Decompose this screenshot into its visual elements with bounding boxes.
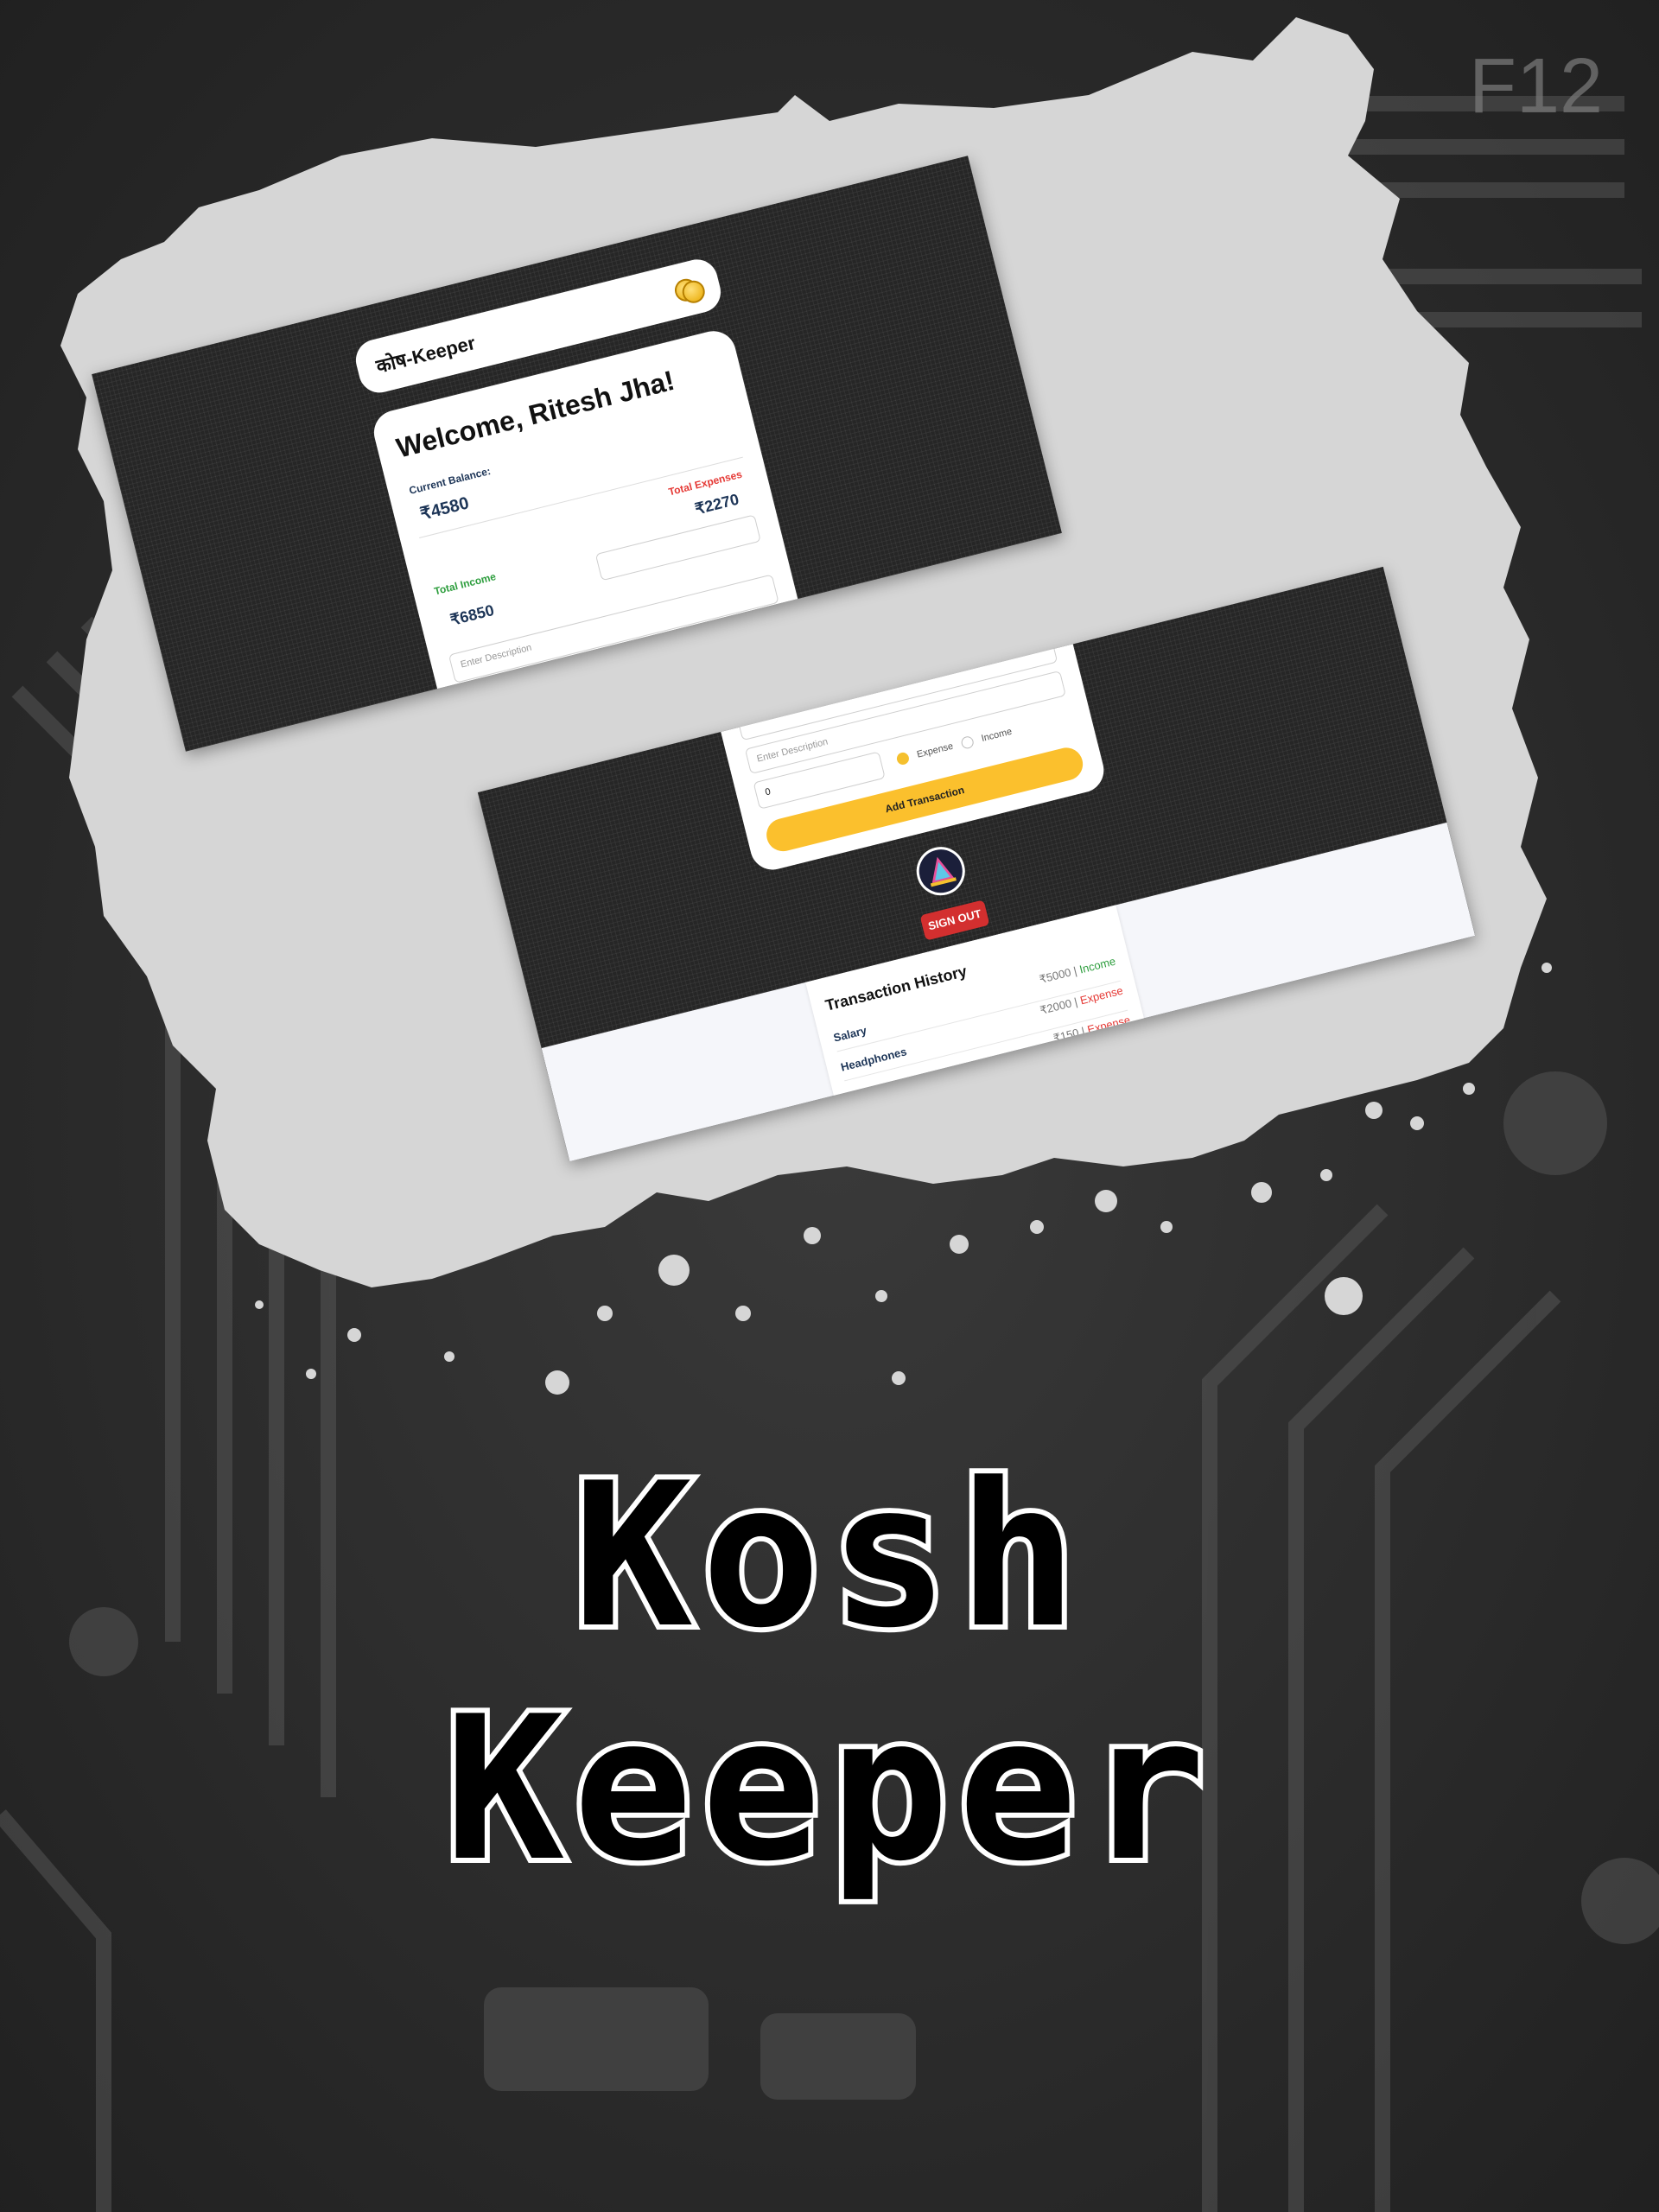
add-transaction-button[interactable]: Add Transaction: [763, 744, 1087, 855]
app-title: कोष-Keeper: [373, 332, 478, 378]
amount-input-top[interactable]: [594, 514, 761, 582]
income-radio-label-bottom: Income: [980, 726, 1014, 745]
transaction-type: Income: [1077, 954, 1117, 976]
transaction-name: Headphones: [839, 1045, 908, 1074]
total-expenses-value: ₹2270: [693, 490, 741, 518]
title-line-keeper: Keeper: [445, 1675, 1215, 1905]
total-income-value: ₹6850: [448, 601, 496, 629]
divider: [419, 456, 743, 538]
current-balance-value: ₹4580: [418, 493, 471, 524]
total-income-label: Total Income: [433, 570, 498, 598]
poster-title: Kosh Keeper: [440, 1452, 1215, 1910]
title-line-kosh: Kosh: [573, 1452, 1086, 1672]
income-radio-bottom[interactable]: [959, 734, 975, 750]
transaction-name: Salary: [832, 1023, 868, 1045]
sign-out-button[interactable]: SIGN OUT: [919, 899, 990, 941]
expense-radio-bottom[interactable]: [895, 751, 911, 766]
transaction-amount: ₹5000 | Income: [1038, 954, 1117, 987]
coins-icon: [672, 276, 708, 306]
user-avatar[interactable]: [911, 842, 970, 901]
welcome-heading: Welcome, Ritesh Jha!: [393, 364, 678, 464]
expense-radio-label-bottom: Expense: [915, 741, 955, 760]
current-balance-label: Current Balance:: [407, 464, 493, 497]
avatar-image: [930, 856, 957, 887]
